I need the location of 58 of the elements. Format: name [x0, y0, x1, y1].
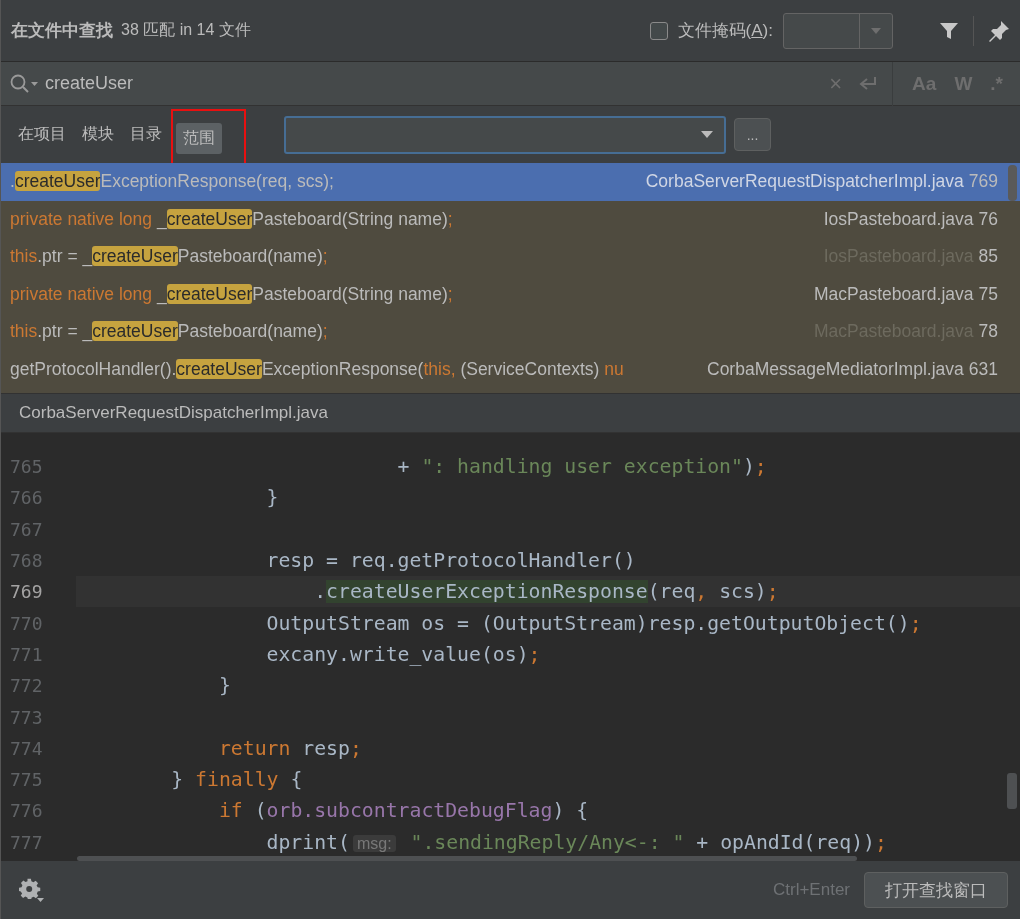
preview-file-name: CorbaServerRequestDispatcherImpl.java — [19, 403, 328, 423]
browse-button[interactable]: ... — [734, 118, 771, 151]
scope-tab[interactable]: 目录 — [123, 119, 169, 150]
line-number: 774 — [9, 737, 44, 759]
open-find-window-button[interactable]: 打开查找窗口 — [864, 872, 1008, 908]
match-summary: 38 匹配 in 14 文件 — [121, 20, 251, 40]
caret-icon[interactable] — [700, 130, 714, 139]
code-snippet: private native long _createUserPasteboard(String name); — [10, 283, 453, 305]
scope-tab[interactable]: 在项目 — [11, 119, 73, 150]
code-line: return resp; — [217, 736, 362, 760]
line-number: 85 — [978, 246, 998, 268]
line-number: 770 — [9, 612, 44, 634]
file-mask-combo[interactable] — [783, 12, 893, 49]
file-mask-label: 文件掩码(A): — [677, 20, 773, 42]
line-number: 771 — [9, 643, 44, 665]
line-number: 768 — [9, 550, 44, 572]
line-number: 78 — [978, 321, 998, 343]
scope-tab[interactable]: 范围 — [176, 122, 222, 154]
result-row[interactable]: private native long _createUserPasteboard(String name); MacPasteboard.java 75 — [1, 275, 1020, 313]
line-number: 631 — [968, 358, 998, 380]
window-title: 在文件中查找 — [11, 20, 113, 42]
line-number: 769 — [968, 171, 998, 193]
settings-icon[interactable] — [19, 877, 45, 903]
scope-dropdown[interactable] — [284, 115, 726, 154]
code-line: resp = req.getProtocolHandler() — [265, 549, 636, 573]
code-line: dprint( msg: ".sendingReply/Any<-: " + opAndId(req)); — [265, 830, 887, 854]
scrollbar-thumb[interactable] — [1008, 165, 1017, 201]
code-line: } — [265, 486, 279, 510]
line-number: 765 — [9, 456, 44, 478]
code-snippet: private native long _createUserPasteboard(String name); — [10, 208, 453, 230]
line-number: 769 — [9, 581, 44, 603]
code-line: excany.write_value(os); — [265, 642, 541, 666]
code-line: } finally { — [170, 768, 303, 792]
line-number: 766 — [9, 487, 44, 509]
filter-icon[interactable] — [939, 20, 959, 41]
line-number: 772 — [9, 675, 44, 697]
line-number: 75 — [978, 283, 998, 305]
scrollbar-thumb[interactable] — [1007, 773, 1017, 809]
pin-icon[interactable] — [988, 19, 1010, 42]
code-line: OutputStream os = (OutputStream)resp.getOutputObject(); — [265, 611, 922, 635]
line-number: 773 — [9, 706, 44, 728]
line-number: 777 — [9, 831, 44, 853]
code-line: if (orb.subcontractDebugFlag) { — [217, 799, 589, 823]
line-number: 775 — [9, 769, 44, 791]
result-row[interactable]: private native long _createUserPasteboard(String name); IosPasteboard.java 76 — [1, 200, 1020, 238]
line-number: 767 — [9, 518, 44, 540]
search-icon[interactable] — [9, 72, 39, 95]
line-number: 776 — [9, 800, 44, 822]
file-name: MacPasteboard.java — [814, 283, 974, 305]
file-mask-checkbox[interactable] — [649, 21, 668, 40]
code-line: + ": handling user exception"); — [396, 455, 767, 479]
scope-tab[interactable]: 模块 — [75, 119, 121, 150]
line-number: 76 — [978, 208, 998, 230]
code-line: } — [217, 674, 231, 698]
scrollbar-thumb[interactable] — [77, 856, 857, 861]
file-name: CorbaMessageMediatorImpl.java — [707, 358, 964, 380]
file-name: IosPasteboard.java — [823, 208, 974, 230]
file-name: CorbaServerRequestDispatcherImpl.java — [645, 171, 964, 193]
